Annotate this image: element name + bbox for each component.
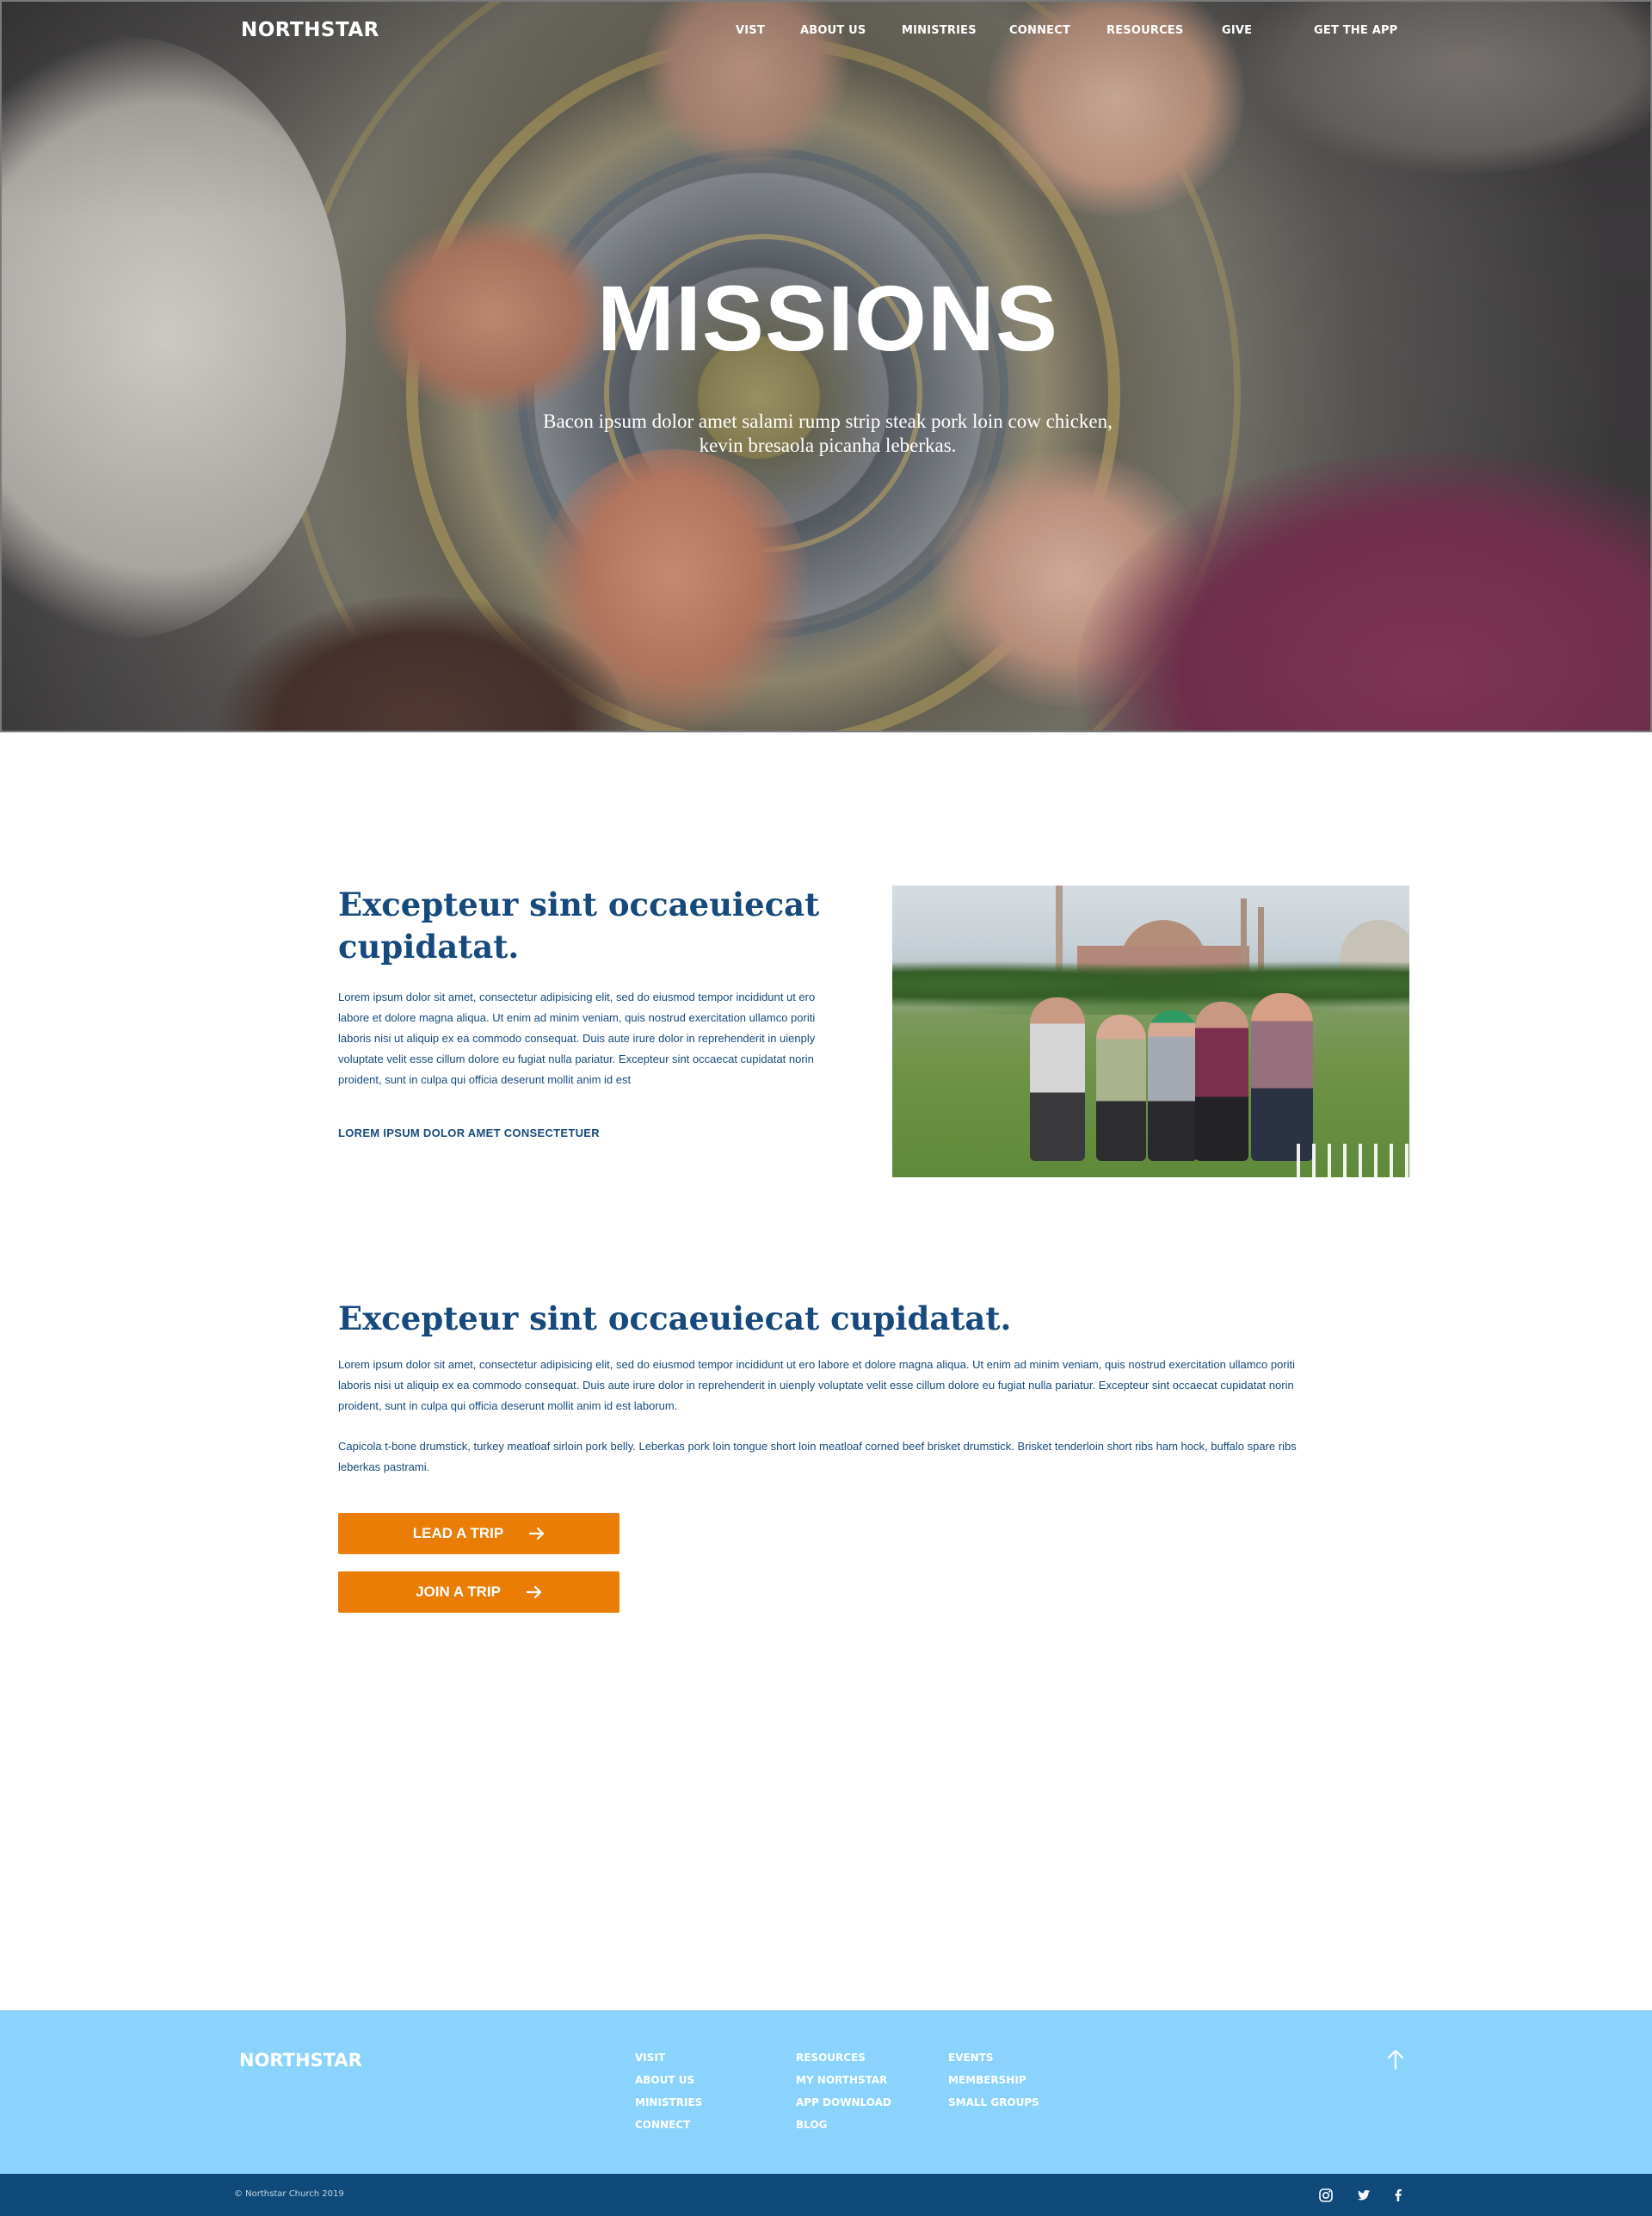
footer-link-blog[interactable]: BLOG	[796, 2119, 891, 2141]
photo-person	[1148, 1010, 1198, 1161]
copyright-text: © Northstar Church 2019	[234, 2189, 344, 2199]
join-a-trip-button[interactable]: JOIN A TRIP	[338, 1571, 620, 1613]
footer-link-visit[interactable]: VISIT	[635, 2052, 702, 2074]
footer-link-events[interactable]: EVENTS	[948, 2052, 1039, 2074]
nav-item-resources[interactable]: RESOURCES	[1106, 24, 1183, 37]
hero-banner: NORTHSTAR VIST ABOUT US MINISTRIES CONNE…	[0, 0, 1652, 732]
footer-link-about-us[interactable]: ABOUT US	[635, 2074, 702, 2096]
footer-link-my-northstar[interactable]: MY NORTHSTAR	[796, 2074, 891, 2096]
nav-item-about-us[interactable]: ABOUT US	[800, 24, 866, 37]
photo-fence	[1297, 1144, 1409, 1177]
nav-item-connect[interactable]: CONNECT	[1009, 24, 1070, 37]
section2-body: Lorem ipsum dolor sit amet, consectetur …	[338, 1358, 1296, 1412]
photo-trees	[892, 954, 1409, 1015]
section2-body-secondary: Capicola t-bone drumstick, turkey meatlo…	[338, 1440, 1297, 1473]
photo-person	[1096, 1015, 1146, 1161]
facebook-icon[interactable]	[1390, 2188, 1406, 2203]
footer-column-1: VISIT ABOUT US MINISTRIES CONNECT	[635, 2052, 702, 2141]
footer-column-2: RESOURCES MY NORTHSTAR APP DOWNLOAD BLOG	[796, 2052, 891, 2141]
nav-item-visit[interactable]: VIST	[736, 24, 765, 37]
footer-link-connect[interactable]: CONNECT	[635, 2119, 702, 2141]
lead-a-trip-label: LEAD A TRIP	[412, 1525, 504, 1541]
photo-person	[1251, 993, 1313, 1161]
hero-subtitle: Bacon ipsum dolor amet salami rump strip…	[543, 410, 1113, 456]
twitter-icon[interactable]	[1356, 2188, 1372, 2203]
section1-heading: Excepteur sint occaeuiecat cupidatat.	[338, 886, 820, 966]
photo-person	[1195, 1002, 1248, 1161]
nav-item-ministries[interactable]: MINISTRIES	[902, 24, 977, 37]
mission-team-photo	[892, 886, 1409, 1177]
footer-brand-logo[interactable]: NORTHSTAR	[239, 2050, 362, 2071]
nav-item-give[interactable]: GIVE	[1222, 24, 1252, 37]
footer-link-resources[interactable]: RESOURCES	[796, 2052, 891, 2074]
join-a-trip-label: JOIN A TRIP	[416, 1583, 501, 1600]
get-the-app-link[interactable]: GET THE APP	[1314, 24, 1397, 37]
photo-person	[1030, 997, 1085, 1161]
lead-a-trip-button[interactable]: LEAD A TRIP	[338, 1513, 620, 1554]
footer-link-small-groups[interactable]: SMALL GROUPS	[948, 2096, 1039, 2119]
main-nav: VIST ABOUT US MINISTRIES CONNECT RESOURC…	[2, 24, 1650, 43]
section1-link[interactable]: LOREM IPSUM DOLOR AMET CONSECTETUER	[338, 1127, 600, 1139]
hero-title: MISSIONS	[596, 266, 1059, 370]
section2-heading: Excepteur sint occaeuiecat cupidatat.	[338, 1299, 1012, 1337]
footer-link-ministries[interactable]: MINISTRIES	[635, 2096, 702, 2119]
footer-link-membership[interactable]: MEMBERSHIP	[948, 2074, 1039, 2096]
footer-bottom-bar: © Northstar Church 2019	[0, 2174, 1652, 2216]
instagram-icon[interactable]	[1318, 2188, 1334, 2203]
arrow-up-icon[interactable]	[1386, 2048, 1405, 2071]
arrow-right-icon	[526, 1585, 542, 1599]
arrow-right-icon	[529, 1527, 545, 1540]
footer-column-3: EVENTS MEMBERSHIP SMALL GROUPS	[948, 2052, 1039, 2119]
section1-body: Lorem ipsum dolor sit amet, consectetur …	[338, 991, 816, 1086]
footer-link-app-download[interactable]: APP DOWNLOAD	[796, 2096, 891, 2119]
site-footer: NORTHSTAR VISIT ABOUT US MINISTRIES CONN…	[0, 2010, 1652, 2174]
